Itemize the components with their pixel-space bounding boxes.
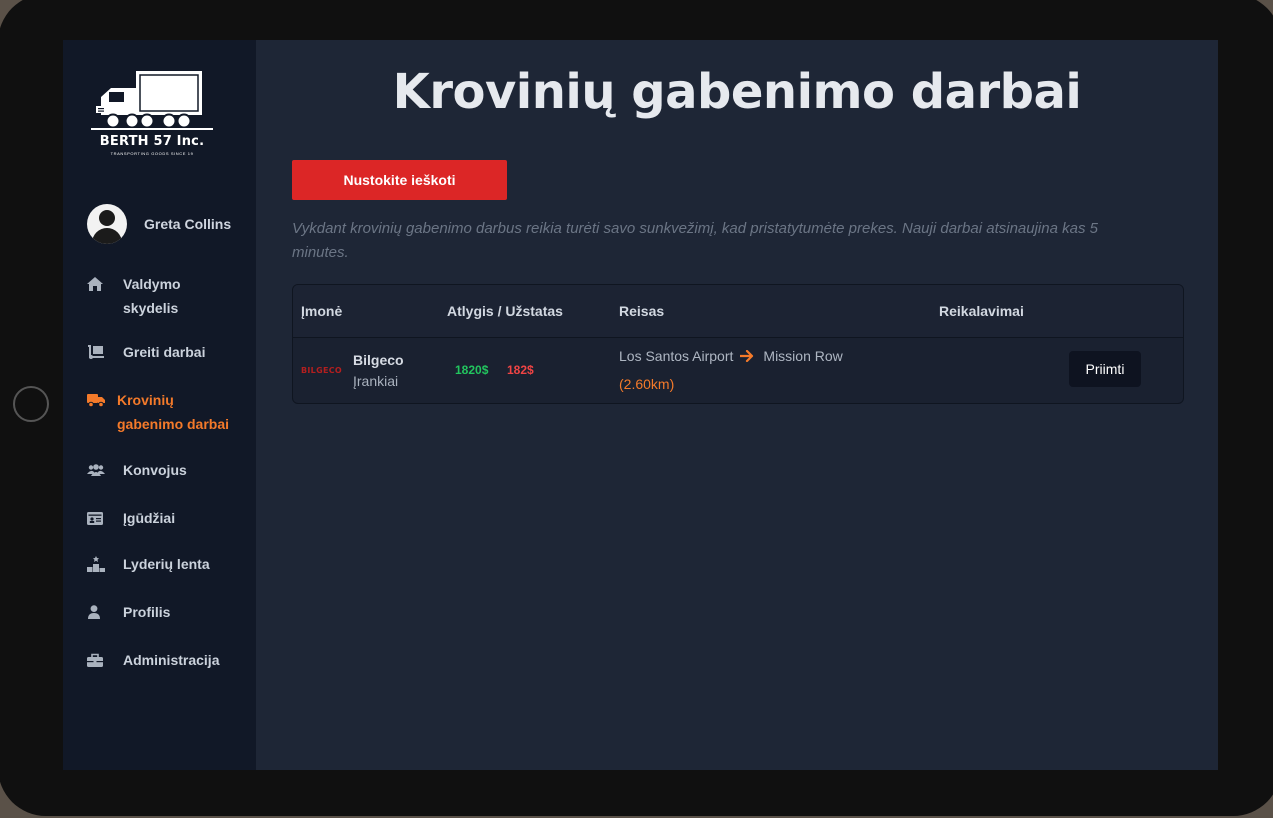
route: Los Santos Airport Mission Row bbox=[619, 348, 843, 364]
sidebar-item-skills[interactable]: Įgūdžiai bbox=[87, 506, 247, 530]
sidebar-item-label: Įgūdžiai bbox=[123, 510, 176, 526]
app-screen: BERTH 57 Inc. TRANSPORTING GOODS SINCE 1… bbox=[63, 40, 1218, 770]
cargo-type: Įrankiai bbox=[353, 373, 399, 389]
sidebar-item-administration[interactable]: Administracija bbox=[87, 648, 247, 672]
brand-logo: BERTH 57 Inc. TRANSPORTING GOODS SINCE 1… bbox=[87, 68, 217, 156]
column-header-company: Įmonė bbox=[301, 303, 343, 319]
sidebar-item-label: Greiti darbai bbox=[123, 344, 206, 360]
company-logo: BILGECO bbox=[301, 366, 342, 375]
route-distance: (2.60km) bbox=[619, 376, 675, 392]
user-icon bbox=[87, 600, 105, 624]
user-name: Greta Collins bbox=[144, 216, 232, 232]
column-header-requirements: Reikalavimai bbox=[939, 303, 1024, 319]
sidebar-item-convoy[interactable]: Konvojus bbox=[87, 458, 247, 482]
sidebar-item-dashboard[interactable]: Valdymo skydelis bbox=[87, 272, 247, 320]
brand-tagline: TRANSPORTING GOODS SINCE 19 bbox=[110, 151, 194, 156]
toolbox-icon bbox=[87, 648, 105, 672]
sidebar-item-label: Valdymo skydelis bbox=[123, 276, 181, 316]
route-origin: Los Santos Airport bbox=[619, 348, 734, 364]
table-row: BILGECO Bilgeco Įrankiai 1820$ 182$ Los … bbox=[293, 338, 1183, 403]
sidebar-item-label: Konvojus bbox=[123, 462, 187, 478]
accept-job-button[interactable]: Priimti bbox=[1069, 351, 1141, 387]
avatar bbox=[87, 204, 127, 244]
sidebar-item-leaderboard[interactable]: Lyderių lenta bbox=[87, 552, 247, 576]
brand-name: BERTH 57 Inc. bbox=[99, 134, 205, 149]
tablet-home-button[interactable] bbox=[13, 386, 49, 422]
truck-icon bbox=[87, 388, 105, 412]
sidebar: BERTH 57 Inc. TRANSPORTING GOODS SINCE 1… bbox=[63, 40, 256, 770]
podium-icon bbox=[87, 552, 105, 576]
page-title: Krovinių gabenimo darbai bbox=[392, 64, 1082, 120]
company-name: Bilgeco bbox=[353, 352, 404, 368]
route-destination: Mission Row bbox=[763, 348, 843, 364]
dolly-icon bbox=[87, 340, 105, 364]
sidebar-item-label: Profilis bbox=[123, 604, 171, 620]
id-card-icon bbox=[87, 506, 105, 530]
column-header-route: Reisas bbox=[619, 303, 665, 319]
user-profile[interactable]: Greta Collins bbox=[87, 204, 231, 244]
column-header-reward: Atlygis / Užstatas bbox=[447, 303, 563, 319]
sidebar-item-label: Krovinių gabenimo darbai bbox=[117, 392, 230, 432]
users-icon bbox=[87, 458, 105, 482]
truck-logo-icon bbox=[91, 71, 213, 130]
page-description: Vykdant krovinių gabenimo darbus reikia … bbox=[292, 220, 1098, 261]
sidebar-item-profile[interactable]: Profilis bbox=[87, 600, 247, 624]
main-content: Krovinių gabenimo darbai Nustokite ieško… bbox=[256, 40, 1218, 770]
deposit-amount: 182$ bbox=[507, 363, 534, 377]
sidebar-item-freight-jobs[interactable]: Krovinių gabenimo darbai bbox=[87, 388, 247, 436]
sidebar-item-quick-jobs[interactable]: Greiti darbai bbox=[87, 340, 247, 364]
sidebar-item-label: Lyderių lenta bbox=[123, 556, 210, 572]
sidebar-item-label: Administracija bbox=[123, 652, 220, 668]
table-header: Įmonė Atlygis / Užstatas Reisas Reikalav… bbox=[293, 285, 1183, 338]
arrow-right-icon bbox=[740, 350, 754, 362]
home-icon bbox=[87, 272, 105, 296]
stop-searching-button[interactable]: Nustokite ieškoti bbox=[292, 160, 507, 200]
reward-amount: 1820$ bbox=[455, 363, 489, 377]
jobs-table: Įmonė Atlygis / Užstatas Reisas Reikalav… bbox=[292, 284, 1184, 404]
